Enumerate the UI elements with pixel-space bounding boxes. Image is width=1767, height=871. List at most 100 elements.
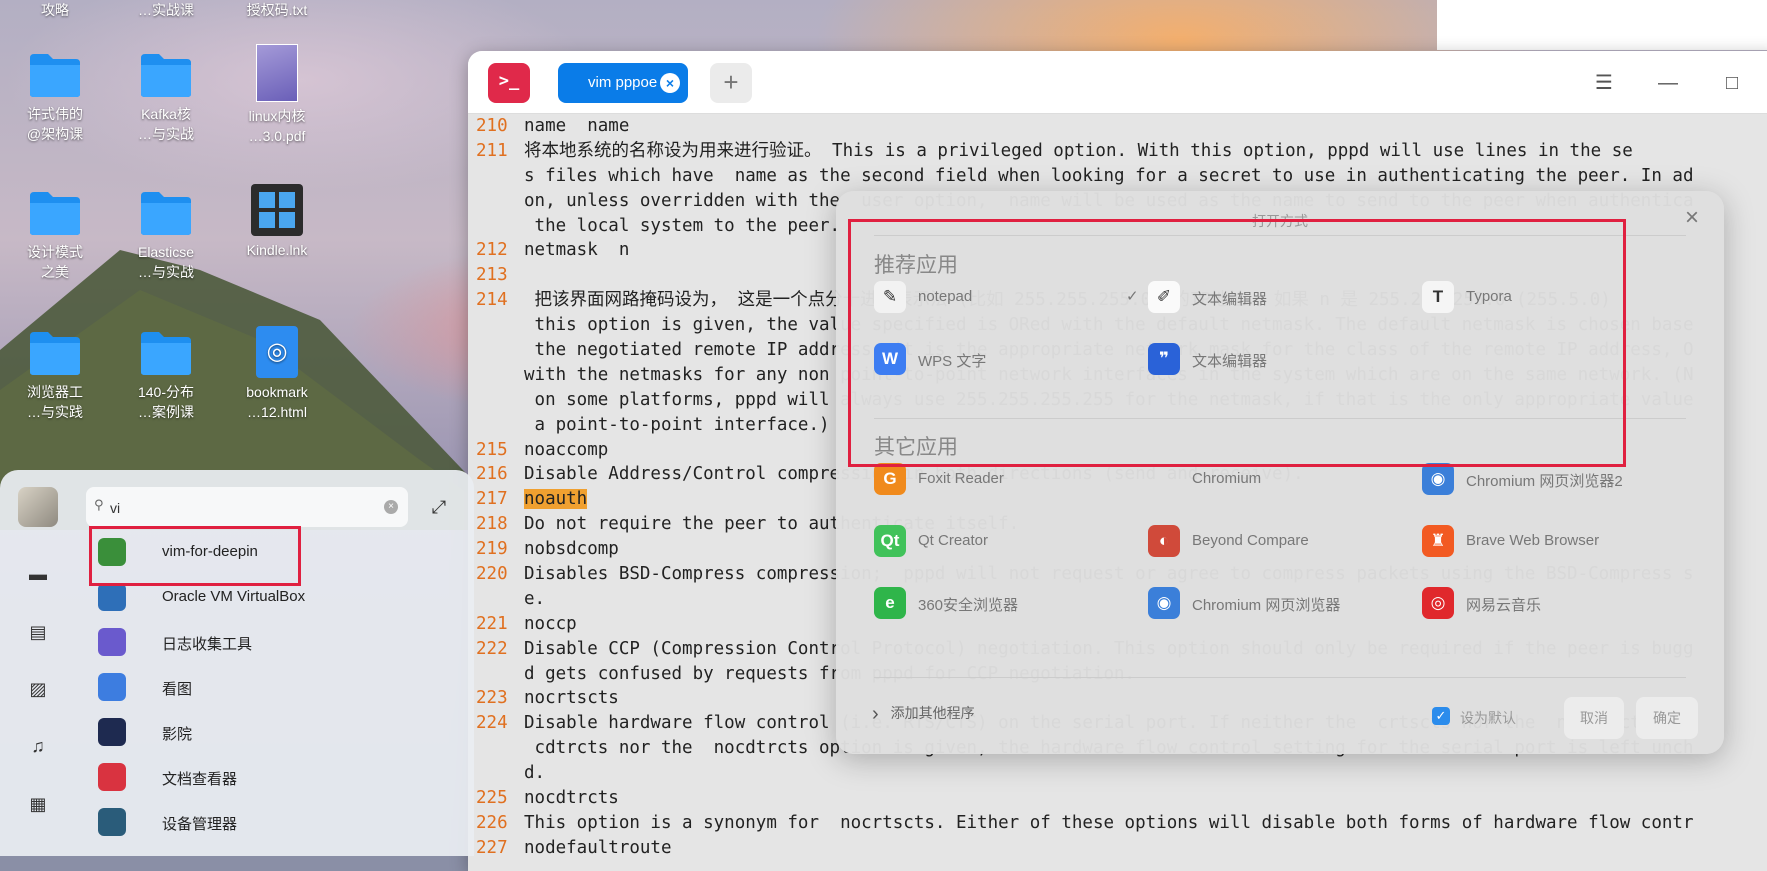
line-number: 215 xyxy=(476,439,508,460)
line-number: 222 xyxy=(476,638,508,659)
add-other-program-button[interactable]: › 添加其他程序 xyxy=(872,703,975,726)
desktop-icon-folder-distributed[interactable]: 140-分布 …案例课 xyxy=(121,330,211,422)
desktop-label-3[interactable]: 授权码.txt xyxy=(232,0,322,20)
app-name: Chromium 网页浏览器2 xyxy=(1466,473,1623,490)
desktop-icon-kindle-link[interactable]: Kindle.lnk xyxy=(232,184,322,260)
launcher-search-box[interactable]: ⚲ × xyxy=(86,487,408,527)
open-with-option[interactable]: ◐ Beyond Compare xyxy=(1148,519,1408,563)
app-icon xyxy=(98,718,126,746)
app-name: Foxit Reader xyxy=(918,470,1004,487)
app-name: 看图 xyxy=(162,681,193,698)
maximize-icon[interactable]: □ xyxy=(1718,69,1746,97)
open-with-option[interactable]: ◎ 网易云音乐 xyxy=(1422,581,1682,625)
desktop-icon-linux-pdf[interactable]: linux内核 …3.0.pdf xyxy=(232,44,322,146)
menu-icon[interactable]: ☰ xyxy=(1590,69,1618,97)
app-name: Qt Creator xyxy=(918,532,989,549)
desktop-label-1[interactable]: 攻略 xyxy=(10,0,100,20)
folder-icon xyxy=(28,330,82,376)
set-default-checkbox[interactable]: ✓ xyxy=(1432,707,1450,725)
clear-search-icon[interactable]: × xyxy=(384,500,398,514)
search-input[interactable] xyxy=(108,495,372,521)
line-text: 将本地系统的名称设为用来进行验证。 This is a privileged o… xyxy=(524,140,1633,161)
app-icon xyxy=(98,808,126,836)
app-name: Brave Web Browser xyxy=(1466,532,1600,549)
line-text: nodefaultroute xyxy=(524,837,672,858)
background-window-edge xyxy=(1437,0,1767,50)
picture-icon[interactable]: ▨ xyxy=(26,677,50,701)
computer-icon[interactable]: ▬ xyxy=(26,562,50,586)
app-name: Oracle VM VirtualBox xyxy=(162,588,306,605)
app-icon: ◎ xyxy=(1422,587,1454,619)
document-icon[interactable]: ▤ xyxy=(26,620,50,644)
open-with-option[interactable]: Qt Qt Creator xyxy=(874,519,1134,563)
highlight-box-recommended xyxy=(848,219,1626,467)
cancel-button[interactable]: 取消 xyxy=(1564,697,1624,739)
confirm-button[interactable]: 确定 xyxy=(1636,697,1698,739)
desktop-icon-folder-browser-tools[interactable]: 浏览器工 …与实践 xyxy=(10,330,100,422)
music-icon[interactable]: ♫ xyxy=(26,734,50,758)
avatar[interactable] xyxy=(18,487,58,527)
highlight-box-vim xyxy=(89,526,301,586)
app-name: 网易云音乐 xyxy=(1466,597,1542,614)
line-text: netmask n xyxy=(524,240,630,261)
line-number: 221 xyxy=(476,613,508,634)
chevron-right-icon: › xyxy=(872,703,879,725)
app-icon: G xyxy=(874,463,906,495)
app-icon: ◉ xyxy=(1422,463,1454,495)
launcher-app-item[interactable]: 看图 xyxy=(98,669,458,705)
line-number: 223 xyxy=(476,688,508,709)
desktop-icon-folder-design-patterns[interactable]: 设计模式 之美 xyxy=(10,190,100,282)
close-icon[interactable]: × xyxy=(1680,206,1704,231)
launcher-app-item[interactable]: 文档查看器 xyxy=(98,759,458,795)
search-icon: ⚲ xyxy=(94,497,104,512)
line-text: noaccomp xyxy=(524,439,609,460)
desktop-icon-folder-architecture[interactable]: 许式伟的 @架构课 xyxy=(10,52,100,144)
video-icon[interactable]: ▦ xyxy=(26,792,50,816)
folder-icon xyxy=(139,330,193,376)
expand-launcher-icon[interactable]: ⤢ xyxy=(426,494,452,520)
html-file-icon: ◎ xyxy=(256,326,298,378)
folder-icon xyxy=(139,52,193,98)
app-icon: ◐ xyxy=(1148,525,1180,557)
tab-label: vim pppoe xyxy=(588,74,658,91)
open-with-option[interactable]: ♜ Brave Web Browser xyxy=(1422,519,1682,563)
line-number: 210 xyxy=(476,116,508,136)
line-number: 225 xyxy=(476,788,508,809)
tab-vim-pppoe[interactable]: vim pppoe × xyxy=(558,63,688,103)
add-tab-button[interactable]: + xyxy=(710,63,752,103)
terminal-app-icon[interactable]: >_ xyxy=(488,63,530,103)
terminal-line: 210 name name xyxy=(476,114,1767,139)
app-icon: e xyxy=(874,587,906,619)
desktop-icon-bookmark-html[interactable]: ◎ bookmark …12.html xyxy=(232,326,322,422)
terminal-line: 225 nocdtrcts xyxy=(476,786,1767,811)
line-text: nocdtrcts xyxy=(524,788,619,809)
line-text: nobsdcomp xyxy=(524,539,619,560)
terminal-line: d. xyxy=(476,761,1767,786)
app-name: 设备管理器 xyxy=(162,816,238,833)
minimize-icon[interactable]: — xyxy=(1654,69,1682,97)
line-text: s files which have name as the second fi… xyxy=(524,165,1694,186)
app-icon: Qt xyxy=(874,525,906,557)
line-text: noccp xyxy=(524,613,577,634)
set-default-label: 设为默认 xyxy=(1460,710,1516,726)
desktop-icon-folder-kafka[interactable]: Kafka核 …与实战 xyxy=(121,52,211,144)
desktop-label-2[interactable]: …实战课 xyxy=(121,0,211,20)
windows-icon xyxy=(251,184,303,236)
launcher-app-item[interactable]: 影院 xyxy=(98,714,458,750)
line-number: 216 xyxy=(476,464,508,485)
line-number: 211 xyxy=(476,140,508,161)
line-number: 226 xyxy=(476,812,508,833)
desktop-icon-folder-elasticsearch[interactable]: Elasticse …与实战 xyxy=(121,190,211,282)
cursor-highlighted-text: noauth xyxy=(524,489,588,510)
tab-close-icon[interactable]: × xyxy=(660,73,680,93)
app-name: 文档查看器 xyxy=(162,771,238,788)
folder-icon xyxy=(28,190,82,236)
add-other-label: 添加其他程序 xyxy=(890,705,975,721)
pdf-thumbnail-icon xyxy=(256,44,298,102)
open-with-option[interactable]: e 360安全浏览器 xyxy=(874,581,1134,625)
line-text: name name xyxy=(524,116,630,136)
open-with-option[interactable]: ◉ Chromium 网页浏览器 xyxy=(1148,581,1408,625)
launcher-app-item[interactable]: 日志收集工具 xyxy=(98,624,458,660)
terminal-titlebar: >_ vim pppoe × + ☰ — □ xyxy=(468,51,1767,114)
launcher-app-item[interactable]: 设备管理器 xyxy=(98,804,458,840)
